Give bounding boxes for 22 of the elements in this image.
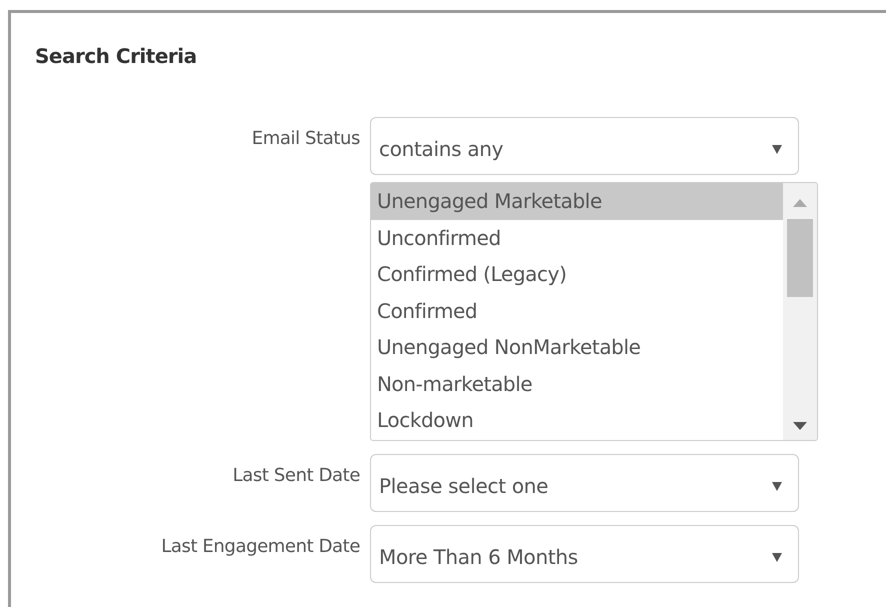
section-title: Search Criteria	[34, 43, 198, 70]
field-label: Last Engagement Date	[160, 535, 360, 559]
dropdown-select[interactable]: More Than 6 Months	[370, 525, 799, 583]
field-label: Email Status	[250, 127, 360, 151]
list-option[interactable]: Confirmed (Legacy)	[371, 256, 783, 292]
list-option[interactable]: Confirmed	[371, 292, 783, 329]
scrollbar[interactable]	[783, 183, 817, 440]
list-option[interactable]: Unengaged NonMarketable	[371, 329, 783, 366]
scrollbar-thumb[interactable]	[787, 219, 813, 297]
caret-icon	[772, 144, 782, 154]
list-option[interactable]: Lockdown	[371, 402, 783, 438]
caret-icon	[772, 481, 782, 491]
list-option[interactable]: Unconfirmed	[371, 220, 783, 256]
list-option[interactable]: Unengaged Marketable	[371, 183, 783, 220]
dropdown-select[interactable]: Please select one	[370, 454, 799, 512]
caret-icon	[772, 552, 782, 562]
field-label: Last Sent Date	[232, 464, 360, 488]
status-listbox[interactable]: Unengaged Marketable Unconfirmed Confirmed (Legacy) Confirmed Unengaged NonMarketable Non-marketable Lockdown	[370, 182, 818, 441]
list-option[interactable]: Non-marketable	[371, 366, 783, 402]
scroll-down-icon[interactable]	[793, 422, 807, 430]
scroll-up-icon[interactable]	[793, 199, 807, 207]
dropdown-select[interactable]: contains any	[370, 117, 799, 175]
